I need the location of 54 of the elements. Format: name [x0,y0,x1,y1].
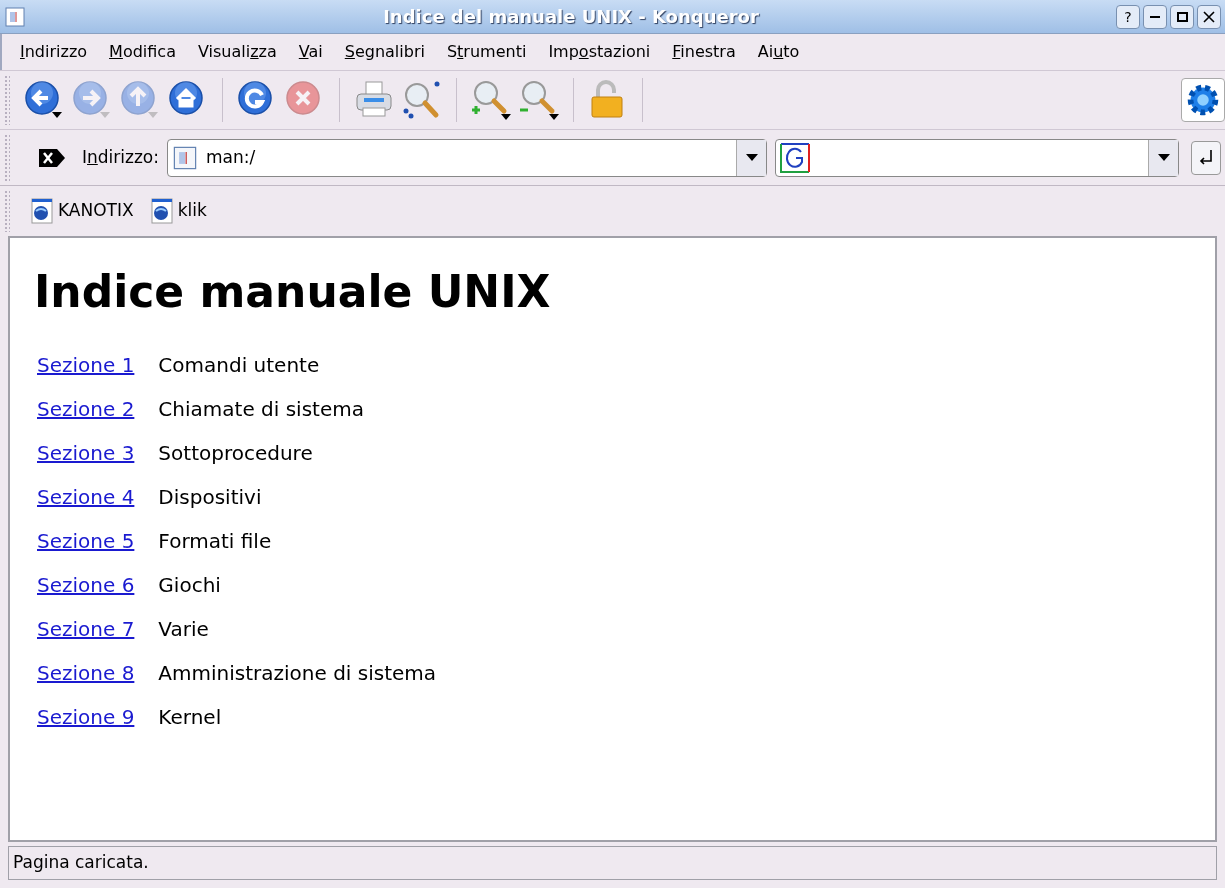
section-link[interactable]: Sezione 7 [37,614,135,644]
menu-item[interactable]: Vai [298,40,323,64]
close-icon [1203,10,1215,23]
globe-page-icon[interactable] [30,198,54,224]
menu-item[interactable]: Modifica [109,40,176,64]
manual-page-icon [4,5,26,28]
section-description: Dispositivi [158,484,263,511]
section-link[interactable]: Sezione 4 [37,482,135,512]
go-button[interactable] [1191,140,1221,175]
page-heading: Indice manuale UNIX [34,265,552,319]
clear-address-icon[interactable] [38,147,66,168]
search-engine-icon [780,142,810,173]
help-button[interactable]: ? [1116,4,1140,29]
minimize-button[interactable] [1143,4,1167,29]
dropdown-button[interactable] [1148,139,1178,176]
section-description: Chiamate di sistema [158,396,365,423]
section-description: Kernel [158,704,223,731]
caret-icon [745,153,758,162]
dropdown-button[interactable] [736,139,766,176]
maximize-button[interactable] [1170,4,1194,29]
section-description: Varie [158,616,210,643]
menu-item[interactable]: Aiuto [757,40,800,64]
section-link[interactable]: Sezione 9 [37,702,135,732]
search-field[interactable] [775,138,1179,177]
section-description: Comandi utente [158,352,321,379]
menu-item[interactable]: Visualizza [197,40,277,64]
menu-item[interactable]: Strumenti [446,40,527,64]
section-link[interactable]: Sezione 5 [37,526,135,556]
bookmark-link[interactable]: KANOTIX [58,198,134,224]
menu-item[interactable]: Impostazioni [548,40,651,64]
close-button[interactable] [1197,4,1221,29]
gear-icon[interactable] [1181,78,1225,122]
manual-page-icon [172,144,198,171]
section-link[interactable]: Sezione 6 [37,570,135,600]
status-bar: Pagina caricata. [8,846,1217,880]
section-link[interactable]: Sezione 1 [37,350,135,380]
return-arrow-icon [1198,148,1214,167]
menu-item[interactable]: Finestra [672,40,736,64]
section-description: Giochi [158,572,222,599]
address-label: Indirizzo: [82,145,159,169]
section-link[interactable]: Sezione 8 [37,658,135,688]
section-description: Formati file [158,528,273,555]
caret-icon [1157,153,1170,162]
address-field[interactable]: man:/ [167,138,767,177]
section-link[interactable]: Sezione 3 [37,438,135,468]
section-description: Amministrazione di sistema [158,660,438,687]
section-description: Sottoprocedure [158,440,314,467]
globe-page-icon[interactable] [149,198,174,224]
menu-item[interactable]: Segnalibri [344,40,425,64]
menu-item[interactable]: Indirizzo [20,40,88,64]
bookmark-link[interactable]: klik [177,198,207,224]
section-link[interactable]: Sezione 2 [37,394,135,424]
window-title: Indice del manuale UNIX - Konqueror [383,6,759,27]
address-value: man:/ [206,145,257,169]
